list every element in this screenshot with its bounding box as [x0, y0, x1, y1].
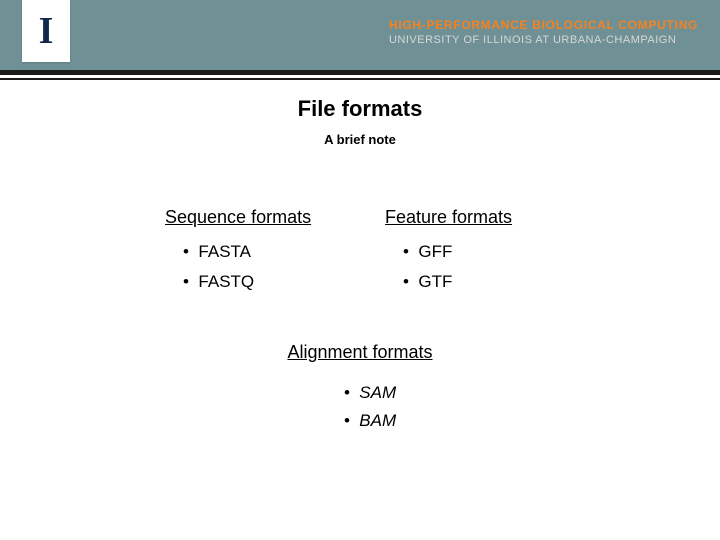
column-sequence-formats: Sequence formats • FASTA • FASTQ [165, 207, 335, 302]
list-item: • BAM [344, 411, 396, 431]
item-text: SAM [359, 383, 396, 402]
item-text: GFF [418, 242, 452, 261]
slide-content: File formats A brief note Sequence forma… [0, 80, 720, 439]
header-bar: I HIGH-PERFORMANCE BIOLOGICAL COMPUTING … [0, 0, 720, 70]
slide-subtitle: A brief note [0, 132, 720, 147]
item-text: GTF [418, 272, 452, 291]
alignment-items: • SAM • BAM [324, 375, 396, 439]
list-item: • GFF [403, 242, 555, 262]
heading-sequence-formats: Sequence formats [165, 207, 335, 228]
logo-letter-icon: I [39, 12, 54, 50]
list-item: • FASTA [183, 242, 335, 262]
column-alignment-formats: Alignment formats • SAM • BAM [0, 342, 720, 439]
header-university-name: UNIVERSITY OF ILLINOIS AT URBANA-CHAMPAI… [389, 34, 698, 46]
columns-row: Sequence formats • FASTA • FASTQ Feature… [0, 207, 720, 302]
header-text-block: HIGH-PERFORMANCE BIOLOGICAL COMPUTING UN… [389, 18, 698, 46]
list-item: • GTF [403, 272, 555, 292]
item-text: BAM [359, 411, 396, 430]
column-feature-formats: Feature formats • GFF • GTF [385, 207, 555, 302]
item-text: FASTA [198, 242, 251, 261]
list-item: • FASTQ [183, 272, 335, 292]
header-program-name: HIGH-PERFORMANCE BIOLOGICAL COMPUTING [389, 18, 698, 32]
item-text: FASTQ [198, 272, 254, 291]
slide-title: File formats [298, 96, 423, 122]
heading-feature-formats: Feature formats [385, 207, 555, 228]
logo-box: I [22, 0, 70, 62]
heading-alignment-formats: Alignment formats [287, 342, 432, 363]
list-item: • SAM [344, 383, 396, 403]
